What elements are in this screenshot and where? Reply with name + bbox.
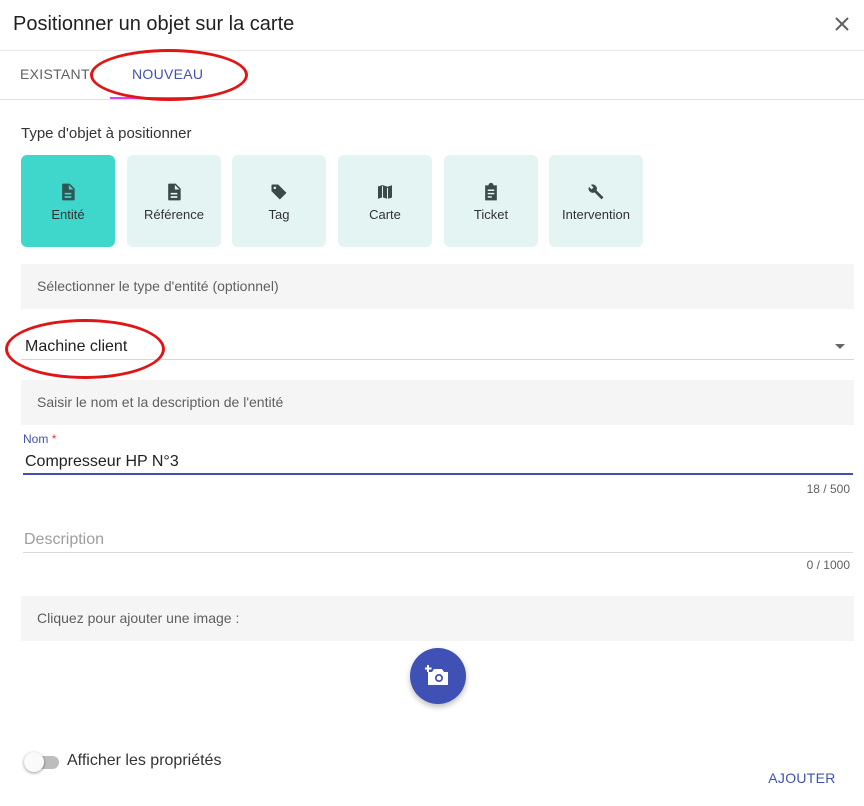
name-field-label: Nom *	[23, 432, 56, 446]
dialog-header: Positionner un objet sur la carte	[0, 0, 864, 51]
name-input-value: Compresseur HP N°3	[25, 453, 179, 470]
document-icon	[62, 183, 75, 201]
type-option-label: Ticket	[473, 207, 509, 222]
image-section-label: Cliquez pour ajouter une image :	[21, 596, 854, 641]
description-input[interactable]: Description	[23, 527, 853, 553]
document-icon	[168, 183, 181, 201]
type-option-tag[interactable]: Tag	[232, 155, 326, 247]
add-image-button[interactable]	[410, 648, 466, 704]
dropdown-arrow-icon	[835, 344, 845, 349]
map-icon	[377, 183, 393, 201]
description-char-counter: 0 / 1000	[806, 558, 850, 572]
wrench-icon	[588, 184, 604, 200]
type-option-intervention[interactable]: Intervention	[549, 155, 643, 247]
name-section-label: Saisir le nom et la description de l'ent…	[21, 380, 854, 425]
type-option-label: Référence	[144, 207, 204, 222]
tab-bar: EXISTANT NOUVEAU	[0, 51, 864, 100]
name-char-counter: 18 / 500	[806, 482, 850, 496]
object-type-label: Type d'objet à positionner	[21, 125, 192, 142]
type-option-carte[interactable]: Carte	[338, 155, 432, 247]
dialog-title: Positionner un objet sur la carte	[13, 13, 295, 35]
type-option-entite[interactable]: Entité	[21, 155, 115, 247]
type-option-label: Tag	[268, 207, 290, 222]
tag-icon	[271, 184, 287, 200]
type-option-ticket[interactable]: Ticket	[444, 155, 538, 247]
toggle-knob	[24, 752, 44, 772]
name-input[interactable]: Compresseur HP N°3	[23, 448, 853, 475]
tab-existant[interactable]: EXISTANT	[20, 66, 90, 82]
entity-type-section-label: Sélectionner le type d'entité (optionnel…	[21, 264, 854, 309]
active-tab-indicator	[110, 97, 192, 99]
properties-toggle[interactable]	[24, 752, 60, 772]
add-button[interactable]: AJOUTER	[760, 770, 844, 792]
description-placeholder: Description	[24, 531, 105, 548]
name-label-text: Nom	[23, 432, 49, 446]
entity-type-select[interactable]: Machine client	[21, 332, 854, 360]
clipboard-icon	[485, 182, 497, 201]
type-option-label: Entité	[51, 207, 85, 222]
required-marker: *	[51, 432, 57, 446]
entity-type-selected-value: Machine client	[25, 338, 128, 355]
close-icon[interactable]	[830, 12, 854, 36]
tab-nouveau[interactable]: NOUVEAU	[132, 66, 203, 82]
properties-toggle-label: Afficher les propriétés	[67, 752, 222, 769]
type-option-reference[interactable]: Référence	[127, 155, 221, 247]
type-option-label: Intervention	[562, 207, 630, 222]
type-option-label: Carte	[369, 207, 401, 222]
add-photo-icon	[425, 665, 448, 685]
